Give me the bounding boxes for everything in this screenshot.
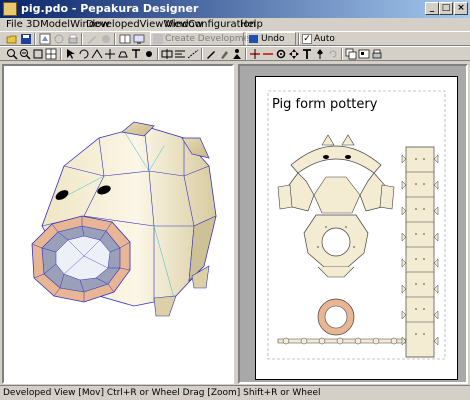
move-cross-icon[interactable] <box>288 48 300 60</box>
display-icon[interactable] <box>133 33 145 45</box>
face-center <box>313 176 361 214</box>
developed-parts <box>267 90 446 360</box>
developed-view[interactable]: Pig form pottery <box>238 64 468 384</box>
pin-icon[interactable] <box>314 48 326 60</box>
print-preview-icon[interactable] <box>371 48 383 60</box>
paint-icon[interactable] <box>100 33 112 45</box>
edge-id-icon[interactable] <box>143 48 155 60</box>
toolbar-separator <box>81 33 83 45</box>
tall-strip-part <box>405 146 435 358</box>
connect-edge-icon[interactable] <box>262 48 274 60</box>
face-part <box>290 145 382 174</box>
minimize-button[interactable]: _ <box>425 2 439 15</box>
leg-piece-right <box>379 184 395 210</box>
flap-icon[interactable] <box>117 48 129 60</box>
create-development-button[interactable]: Create Development <box>150 32 258 46</box>
zoom-out-icon[interactable] <box>19 48 31 60</box>
close-button[interactable]: × <box>454 2 468 15</box>
edit-pencil-icon[interactable] <box>205 48 217 60</box>
3d-model-view[interactable] <box>2 64 234 384</box>
auto-checkbox[interactable]: ✓ <box>302 34 312 44</box>
open-folder-icon[interactable] <box>6 33 18 45</box>
copy-icon[interactable] <box>345 48 357 60</box>
join-edge-icon[interactable] <box>91 48 103 60</box>
maximize-button[interactable]: □ <box>439 2 453 15</box>
3d-view-icon[interactable] <box>39 33 51 45</box>
grid-icon[interactable] <box>45 48 57 60</box>
ear-tabs <box>321 134 355 146</box>
title-bar: pig.pdo - Pepakura Designer _ □ × <box>0 0 470 18</box>
toolbar-tools <box>0 46 470 61</box>
toolbar-separator <box>157 48 159 60</box>
menu-view[interactable]: View <box>165 18 189 31</box>
leg-piece-left <box>277 184 293 210</box>
pages-icon[interactable] <box>358 48 370 60</box>
toolbar-separator <box>245 48 247 60</box>
toolbar-separator <box>341 48 343 60</box>
menu-file[interactable]: File <box>6 18 23 31</box>
toolbar-separator <box>201 48 203 60</box>
toolbar-main: Create Development Undo ✓ Auto <box>0 31 470 46</box>
3d-pig-model <box>31 121 217 317</box>
left-eye-mark <box>323 155 329 159</box>
pencil-icon[interactable] <box>86 33 98 45</box>
person-icon[interactable] <box>231 48 243 60</box>
app-icon <box>3 2 17 16</box>
split-icon[interactable] <box>161 48 173 60</box>
menu-bar: File 3DModelWindow DevelopedViewWindow V… <box>0 18 470 31</box>
print-icon[interactable] <box>67 33 79 45</box>
settings-gear-icon[interactable] <box>275 48 287 60</box>
right-eye-mark <box>345 155 351 159</box>
toolbar-separator <box>60 48 62 60</box>
align-icon[interactable] <box>174 48 186 60</box>
paper-sheet: Pig form pottery <box>255 76 458 380</box>
create-development-icon <box>153 34 163 44</box>
save-icon[interactable] <box>20 33 32 45</box>
menu-help[interactable]: Help <box>240 18 263 31</box>
undo-arrow-icon[interactable] <box>327 48 339 60</box>
toolbar-separator <box>114 33 116 45</box>
zoom-in-icon[interactable] <box>6 48 18 60</box>
undo-button[interactable]: Undo <box>246 32 296 46</box>
fit-view-icon[interactable] <box>32 48 44 60</box>
fold-line-icon[interactable] <box>187 48 199 60</box>
layout-icon[interactable] <box>119 33 131 45</box>
move-part-icon[interactable] <box>104 48 116 60</box>
undo-icon <box>249 35 258 43</box>
toolbar-separator <box>34 33 36 45</box>
brush-icon[interactable] <box>218 48 230 60</box>
undo-label: Undo <box>261 34 285 44</box>
cut-edge-icon[interactable] <box>249 48 261 60</box>
disabled-tool-icon[interactable] <box>53 33 65 45</box>
toolbar-separator <box>298 33 300 45</box>
create-development-label: Create Development <box>165 34 259 44</box>
window-title: pig.pdo - Pepakura Designer <box>21 2 199 15</box>
auto-label: Auto <box>314 34 335 44</box>
text-t-icon[interactable] <box>301 48 313 60</box>
select-arrow-icon[interactable] <box>65 48 77 60</box>
rotate-icon[interactable] <box>78 48 90 60</box>
status-bar: Developed View [Mov] Ctrl+R or Wheel Dra… <box>0 385 470 400</box>
text-tool-icon[interactable] <box>130 48 142 60</box>
